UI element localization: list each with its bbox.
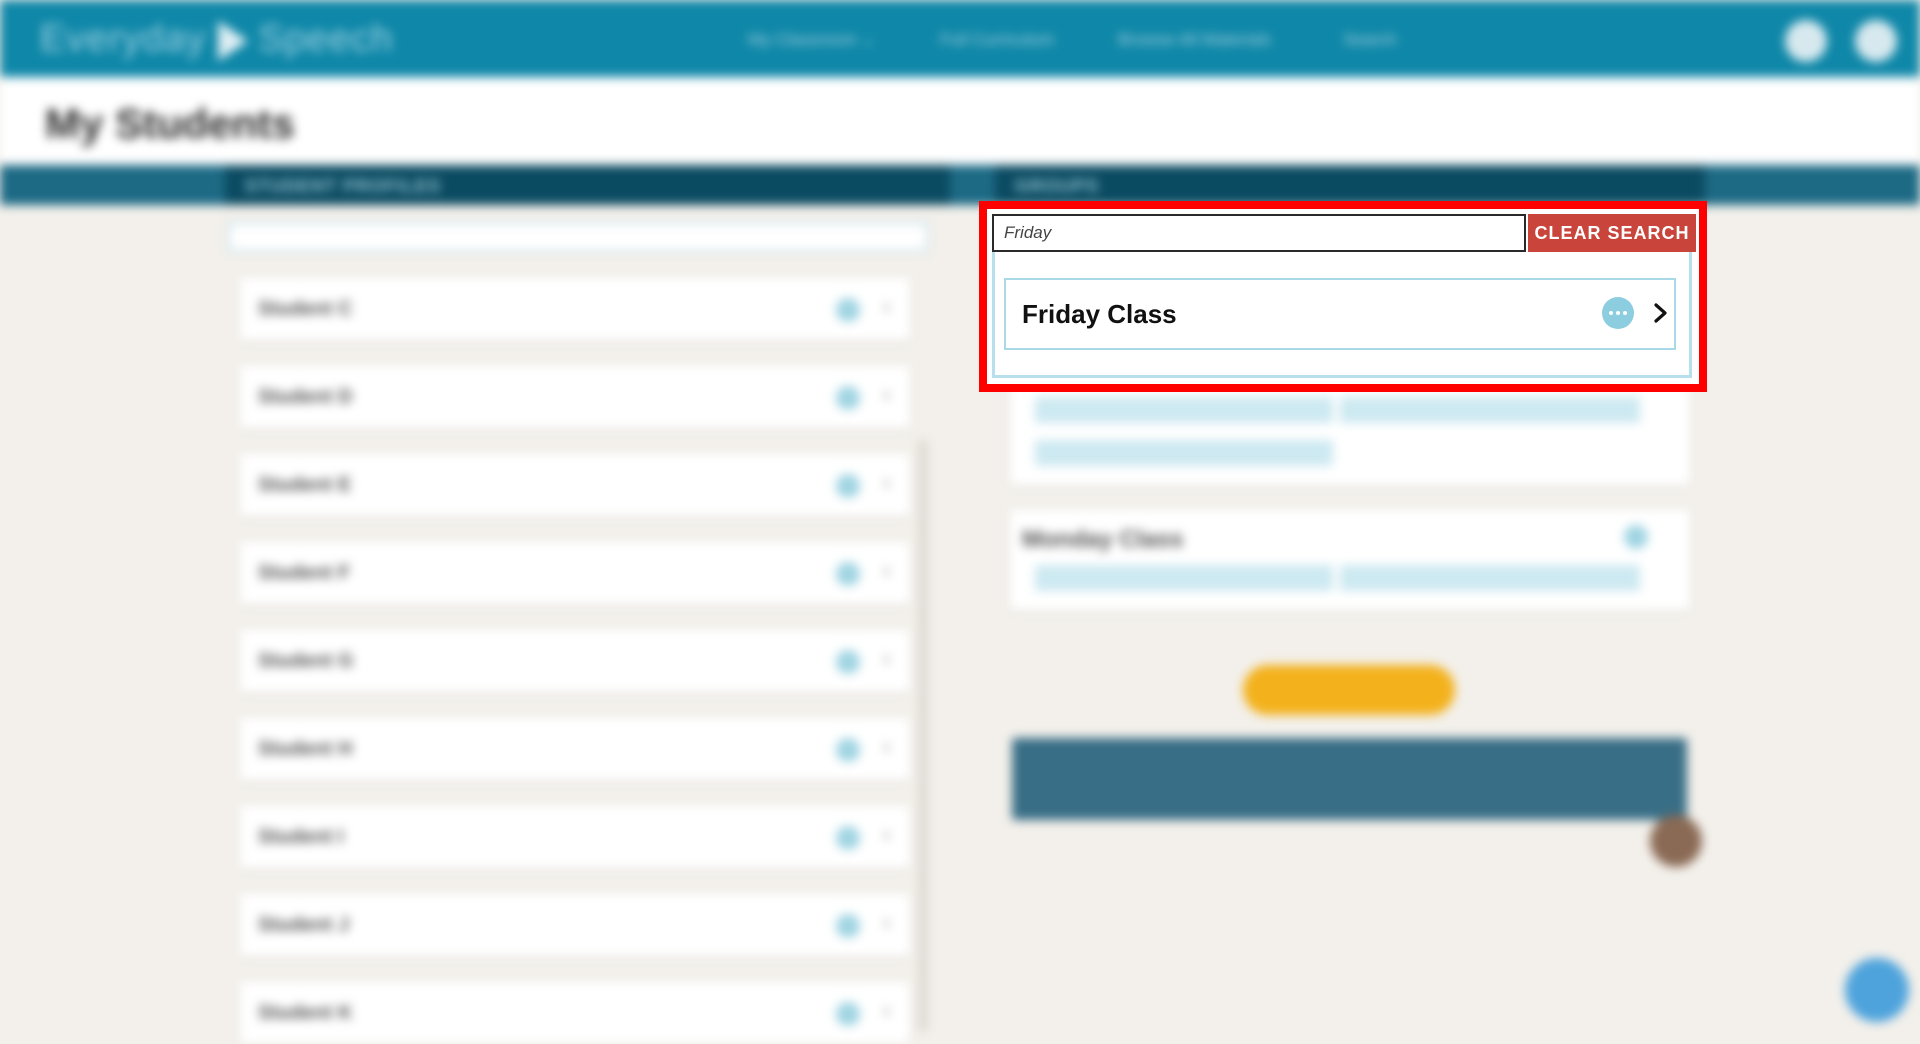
chevron-right-icon[interactable] bbox=[1646, 296, 1676, 330]
group-member-pill bbox=[1035, 397, 1333, 423]
student-name: Student H bbox=[258, 738, 353, 760]
play-icon bbox=[218, 20, 249, 61]
more-options-icon[interactable] bbox=[836, 914, 860, 938]
more-options-icon[interactable] bbox=[836, 1002, 860, 1026]
chevron-right-icon[interactable]: › bbox=[883, 824, 890, 847]
avatar[interactable] bbox=[1650, 815, 1702, 867]
student-card[interactable]: Student D › bbox=[240, 366, 910, 428]
more-options-icon[interactable] bbox=[836, 738, 860, 762]
group-member-pill bbox=[1340, 397, 1640, 423]
student-name: Student K bbox=[258, 1002, 353, 1024]
student-card[interactable]: Student C › bbox=[240, 278, 910, 340]
student-name: Student I bbox=[258, 826, 344, 848]
student-card[interactable]: Student E › bbox=[240, 454, 910, 516]
groups-section-label: GROUPS bbox=[1015, 176, 1100, 196]
more-options-icon[interactable] bbox=[836, 562, 860, 586]
group-member-pill bbox=[1035, 565, 1333, 591]
chevron-right-icon[interactable]: › bbox=[883, 472, 890, 495]
chevron-right-icon[interactable]: › bbox=[883, 736, 890, 759]
student-name: Student F bbox=[258, 562, 351, 584]
student-card[interactable]: Student I › bbox=[240, 806, 910, 868]
student-name: Student E bbox=[258, 474, 352, 496]
info-tooltip bbox=[1012, 738, 1687, 820]
page-title: My Students bbox=[45, 100, 295, 147]
chevron-right-icon[interactable]: › bbox=[883, 384, 890, 407]
chevron-right-icon[interactable]: › bbox=[883, 560, 890, 583]
group-title: Monday Class bbox=[1022, 526, 1184, 553]
group-member-pill bbox=[1340, 565, 1640, 591]
help-icon[interactable] bbox=[1785, 20, 1827, 62]
student-name: Student G bbox=[258, 650, 354, 672]
groups-section-header bbox=[995, 165, 1705, 205]
chevron-right-icon[interactable]: › bbox=[883, 1000, 890, 1023]
more-options-icon[interactable] bbox=[836, 474, 860, 498]
chevron-right-icon[interactable]: › bbox=[883, 296, 890, 319]
student-card[interactable]: Student K › bbox=[240, 982, 910, 1044]
logo-text-left: Everyday bbox=[40, 18, 207, 60]
more-options-icon[interactable] bbox=[836, 826, 860, 850]
group-search-input[interactable] bbox=[992, 214, 1526, 252]
more-options-icon[interactable] bbox=[836, 386, 860, 410]
search-result-item[interactable]: Friday Class bbox=[1004, 278, 1676, 350]
chevron-right-icon[interactable]: › bbox=[883, 648, 890, 671]
help-chat-button[interactable] bbox=[1845, 958, 1909, 1022]
app-background: Everyday Speech My Classroom ⌄ Full Curri… bbox=[0, 0, 1920, 1044]
group-member-pill bbox=[1035, 440, 1333, 466]
student-card[interactable]: Student J › bbox=[240, 894, 910, 956]
students-section-label: STUDENT PROFILES bbox=[245, 176, 442, 196]
nav-search[interactable]: Search bbox=[1343, 30, 1397, 50]
add-group-button[interactable] bbox=[1243, 665, 1455, 715]
clear-search-button[interactable]: CLEAR SEARCH bbox=[1528, 214, 1696, 252]
student-card[interactable]: Student F › bbox=[240, 542, 910, 604]
scrollbar[interactable] bbox=[918, 440, 928, 1031]
nav-my-classroom[interactable]: My Classroom ⌄ bbox=[748, 30, 876, 50]
student-name: Student J bbox=[258, 914, 350, 936]
student-search-input[interactable] bbox=[228, 222, 928, 252]
nav-browse-materials[interactable]: Browse All Materials bbox=[1118, 30, 1271, 50]
more-options-icon[interactable] bbox=[1624, 525, 1648, 549]
student-name: Student D bbox=[258, 386, 353, 408]
result-label: Friday Class bbox=[1022, 299, 1177, 329]
group-card[interactable]: Monday Class bbox=[1010, 510, 1690, 610]
logo-text-right: Speech bbox=[258, 18, 394, 60]
group-card[interactable] bbox=[1010, 385, 1690, 485]
student-name: Student C bbox=[258, 298, 353, 320]
student-card[interactable]: Student G › bbox=[240, 630, 910, 692]
account-icon[interactable] bbox=[1855, 20, 1897, 62]
more-options-icon[interactable] bbox=[1602, 297, 1634, 329]
chevron-right-icon[interactable]: › bbox=[883, 912, 890, 935]
nav-full-curriculum[interactable]: Full Curriculum bbox=[940, 30, 1054, 50]
brand-logo[interactable]: Everyday Speech bbox=[40, 18, 393, 61]
student-card[interactable]: Student H › bbox=[240, 718, 910, 780]
more-options-icon[interactable] bbox=[836, 298, 860, 322]
more-options-icon[interactable] bbox=[836, 650, 860, 674]
